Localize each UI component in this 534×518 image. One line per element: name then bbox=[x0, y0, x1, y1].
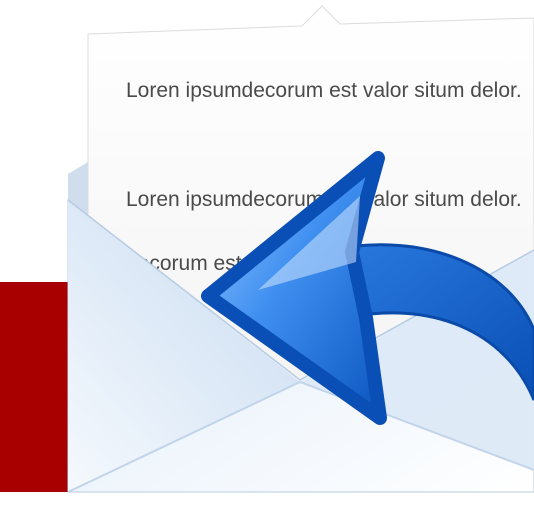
mail-reply-canvas: Loren ipsumdecorum est valor situm delor… bbox=[0, 0, 534, 518]
letter-paragraph-2: Loren ipsumdecorum est valor situm delor… bbox=[126, 188, 522, 211]
letter-paragraph-1: Loren ipsumdecorum est valor situm delor… bbox=[126, 79, 522, 102]
letter-paragraph-3: decorum est bbox=[126, 252, 242, 275]
